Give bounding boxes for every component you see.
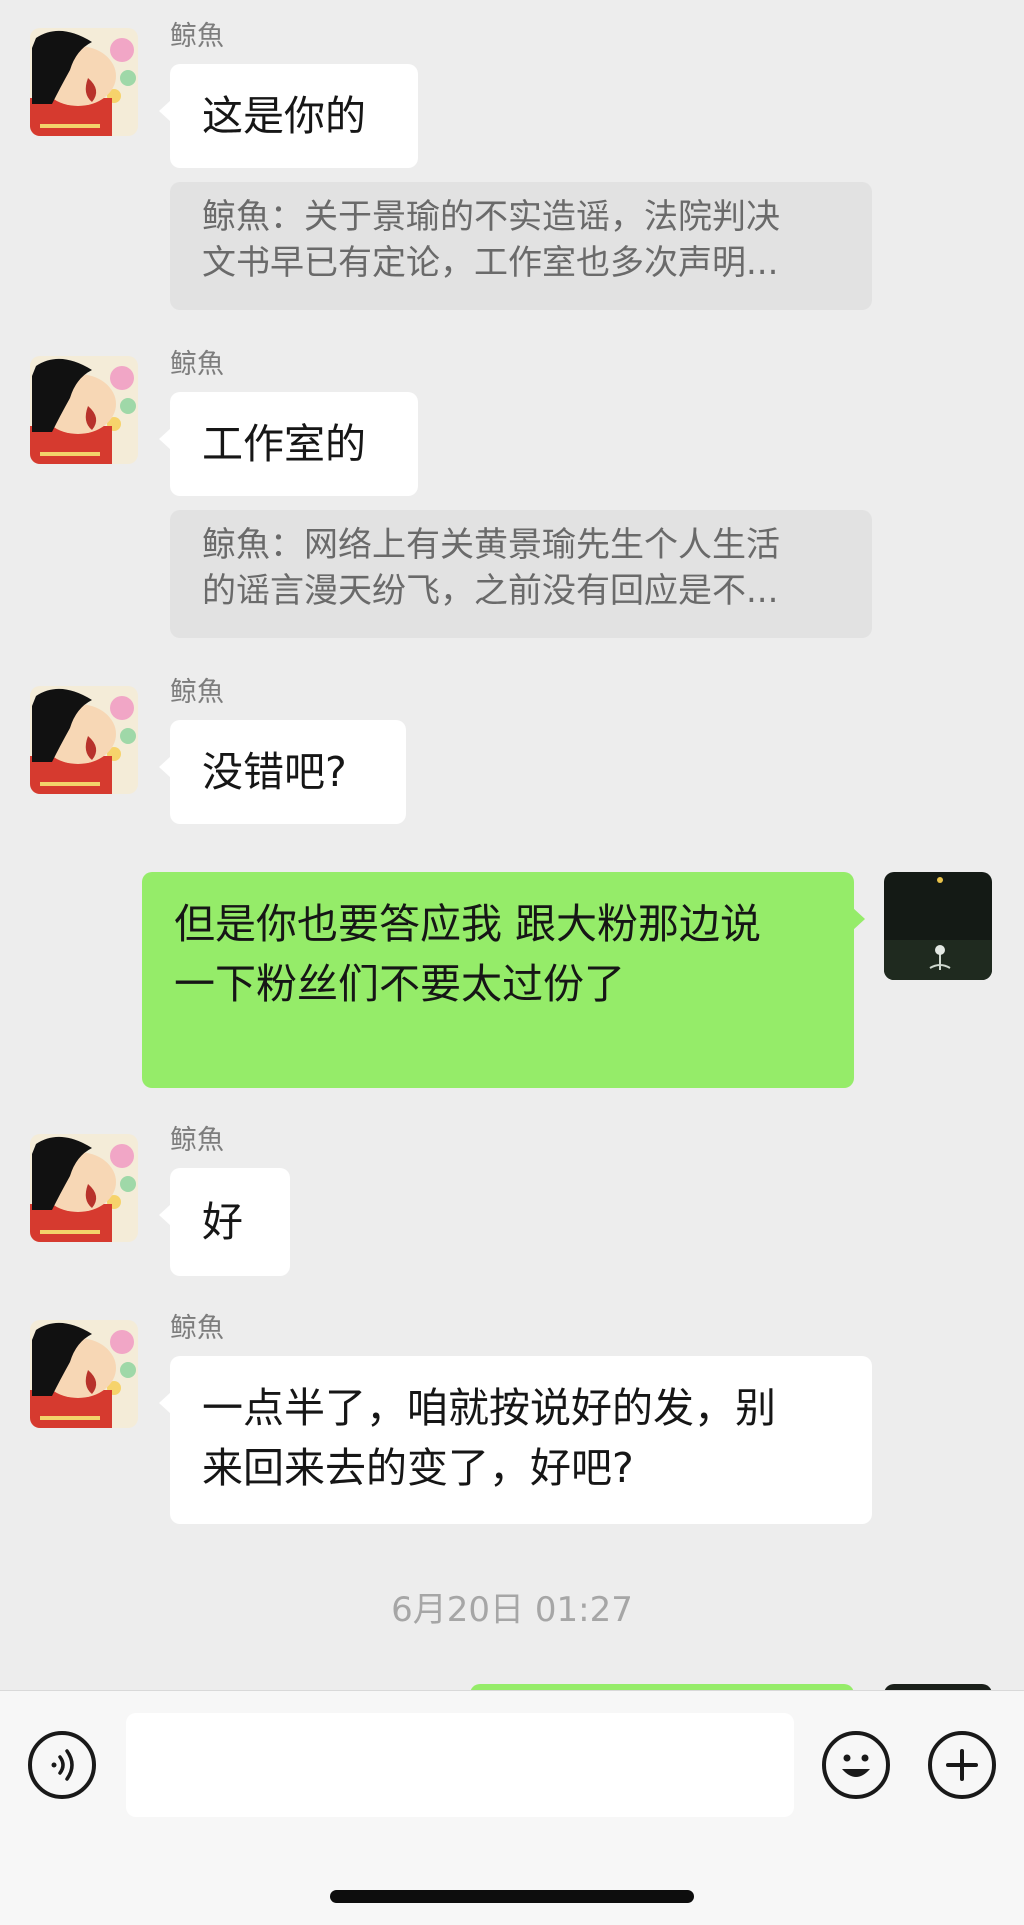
friend-avatar[interactable] [30, 28, 138, 136]
quote-line: 的谣言漫天纷飞，之前没有回应是不... [202, 571, 779, 611]
voice-input-icon [51, 1749, 74, 1781]
quoted-message[interactable]: 鲸魚：网络上有关黄景瑜先生个人生活 的谣言漫天纷飞，之前没有回应是不... [170, 510, 872, 638]
message-text: 好 [202, 1198, 243, 1246]
sender-name: 鲸魚 [170, 1313, 224, 1344]
plus-icon [946, 1749, 978, 1781]
message-line: 一点半了，咱就按说好的发，别 [202, 1384, 776, 1432]
emoji-icon [842, 1754, 870, 1777]
message-text: 工作室的 [202, 420, 366, 468]
emoji-button[interactable] [822, 1731, 890, 1799]
message-bubble[interactable]: 没错吧? [159, 720, 406, 824]
sender-name: 鲸魚 [170, 677, 224, 708]
self-avatar[interactable] [884, 872, 992, 980]
message-bubble[interactable]: 这是你的 [159, 64, 418, 168]
message-bubble[interactable]: 一点半了，咱就按说好的发，别 来回来去的变了，好吧? [159, 1356, 872, 1524]
friend-avatar[interactable] [30, 1320, 138, 1428]
outgoing-message-bubble[interactable]: 但是你也要答应我 跟大粉那边说 一下粉丝们不要太过份了 [142, 872, 865, 1088]
friend-avatar[interactable] [30, 1134, 138, 1242]
quoted-message[interactable]: 鲸魚：关于景瑜的不实造谣，法院判决 文书早已有定论，工作室也多次声明... [170, 182, 872, 310]
more-button[interactable] [928, 1731, 996, 1799]
message-text: 没错吧? [202, 748, 347, 796]
quote-line: 鲸魚：关于景瑜的不实造谣，法院判决 [202, 197, 780, 237]
home-indicator [330, 1890, 694, 1903]
voice-input-button[interactable] [28, 1731, 96, 1799]
timestamp: 6月20日 01:27 [391, 1590, 633, 1630]
message-line: 来回来去的变了，好吧? [202, 1444, 634, 1492]
message-input[interactable] [126, 1713, 794, 1817]
sender-name: 鲸魚 [170, 1125, 224, 1156]
message-bubble[interactable]: 工作室的 [159, 392, 418, 496]
friend-avatar[interactable] [30, 356, 138, 464]
quote-line: 鲸魚：网络上有关黄景瑜先生个人生活 [202, 525, 780, 565]
message-text: 这是你的 [202, 92, 366, 140]
sender-name: 鲸魚 [170, 21, 224, 52]
quote-line: 文书早已有定论，工作室也多次声明... [202, 243, 779, 283]
message-line: 一下粉丝们不要太过份了 [174, 960, 625, 1008]
message-bubble[interactable]: 好 [159, 1168, 290, 1276]
message-line: 但是你也要答应我 跟大粉那边说 [174, 900, 762, 948]
sender-name: 鲸魚 [170, 349, 224, 380]
friend-avatar[interactable] [30, 686, 138, 794]
